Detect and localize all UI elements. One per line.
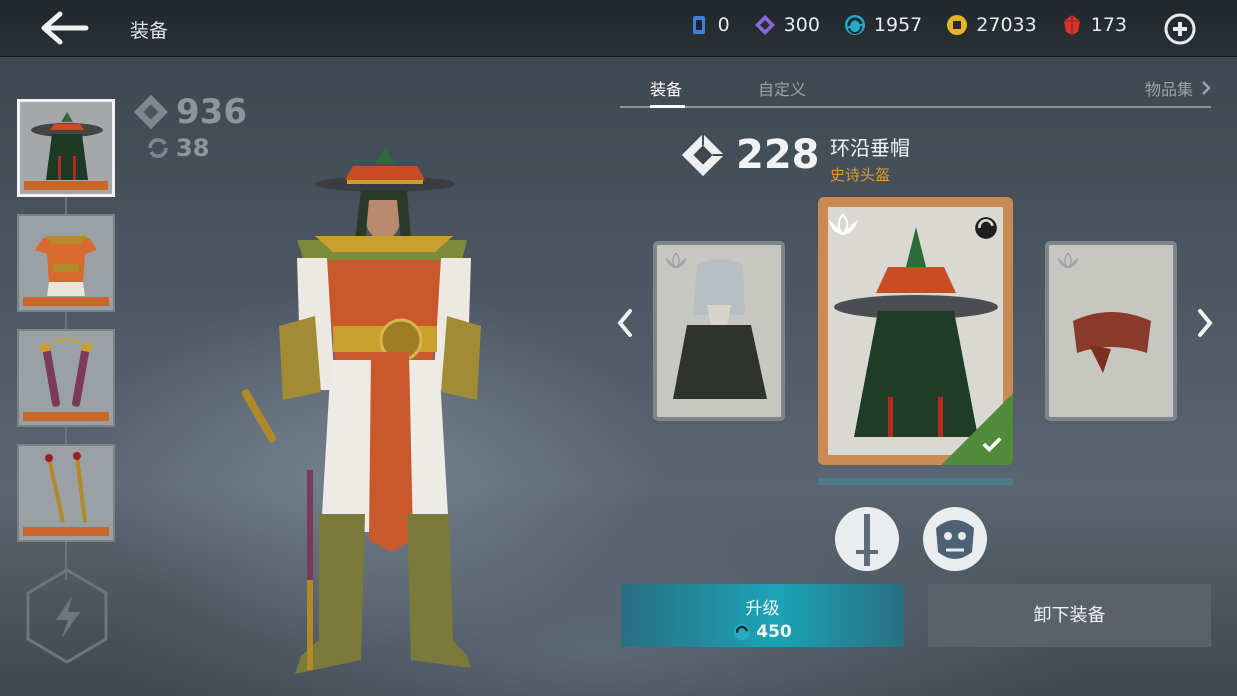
- slot-sai[interactable]: [17, 444, 115, 542]
- tab-collection-label: 物品集: [1144, 80, 1193, 99]
- active-tab-indicator: [650, 105, 685, 108]
- power-diamond-icon: [681, 133, 725, 177]
- nunchaku-thumbnail-icon: [39, 338, 93, 407]
- item-power: 228: [680, 132, 820, 178]
- tab-customize[interactable]: 自定义: [758, 76, 806, 100]
- equipped-badge: [941, 393, 1013, 465]
- purple-diamond-icon: [754, 15, 775, 35]
- currency-coins[interactable]: 27033: [946, 14, 1037, 36]
- currency-bar: 0 300 1957 27033 173: [688, 14, 1127, 36]
- upgrade-cost-value: 450: [756, 622, 792, 642]
- plus-circle-icon: [1164, 13, 1196, 45]
- tab-collection[interactable]: 物品集: [1145, 76, 1211, 100]
- slot-helmet[interactable]: [17, 99, 115, 197]
- character-level: 38: [146, 134, 247, 162]
- character-model: [241, 148, 481, 674]
- swirl-set-icon: [975, 217, 997, 239]
- locked-power-slot-icon[interactable]: [22, 566, 112, 666]
- currency-value: 27033: [976, 14, 1037, 36]
- power-diamond-icon: [133, 94, 169, 130]
- item-power-value: 228: [736, 132, 820, 178]
- ruby-icon: [1063, 15, 1080, 35]
- item-name: 环沿垂帽: [830, 136, 910, 160]
- currency-value: 1957: [873, 14, 923, 36]
- lotus-icon: [828, 213, 858, 236]
- checkmark-icon: [982, 437, 1002, 453]
- currency-rubies[interactable]: 173: [1061, 14, 1127, 36]
- slot-nunchaku[interactable]: [17, 329, 115, 427]
- swirl-level-icon: [148, 138, 168, 158]
- swirl-icon: [734, 623, 751, 641]
- sai-thumbnail-icon: [45, 452, 87, 523]
- back-button[interactable]: [40, 10, 90, 46]
- chevron-right-icon[interactable]: [1192, 305, 1218, 341]
- sword-skill-icon[interactable]: [834, 506, 900, 572]
- currency-value: 173: [1090, 14, 1127, 36]
- currency-swirl[interactable]: 1957: [844, 14, 922, 36]
- unequip-button[interactable]: 卸下装备: [928, 584, 1211, 647]
- coin-icon: [947, 15, 968, 35]
- armor-thumbnail-icon: [35, 236, 97, 296]
- page-title: 装备: [130, 20, 169, 42]
- currency-value: 300: [783, 14, 820, 36]
- add-currency-button[interactable]: [1163, 12, 1197, 46]
- item-card-selected[interactable]: [818, 197, 1013, 465]
- currency-value: 0: [717, 14, 730, 36]
- character-stats: 936 38: [132, 92, 247, 162]
- hat-thumbnail-icon: [31, 112, 103, 180]
- rarity-bar: [23, 527, 109, 536]
- slot-armor[interactable]: [17, 214, 115, 312]
- item-card-previous[interactable]: [653, 241, 785, 421]
- hood-helmet-icon: [673, 259, 767, 399]
- arrow-left-icon: [41, 11, 89, 45]
- rarity-bar: [24, 181, 108, 190]
- card-icon: [692, 16, 705, 34]
- headband-icon: [1073, 312, 1151, 373]
- upgrade-cost: 450: [733, 622, 792, 642]
- item-card-next[interactable]: [1045, 241, 1177, 421]
- beast-skill-icon[interactable]: [922, 506, 988, 572]
- chevron-right-icon: [1202, 81, 1211, 95]
- rarity-bar: [23, 297, 109, 306]
- selected-card-underline: [818, 478, 1013, 485]
- top-bar: 装备 0 300 1957 27033 173: [0, 0, 1237, 57]
- upgrade-label: 升级: [745, 599, 780, 619]
- character-level-value: 38: [176, 134, 210, 162]
- currency-gems[interactable]: 300: [754, 14, 820, 36]
- upgrade-button[interactable]: 升级 450: [621, 584, 904, 647]
- tab-equip[interactable]: 装备: [650, 76, 682, 100]
- swirl-icon: [844, 15, 865, 35]
- chevron-left-icon[interactable]: [612, 305, 638, 341]
- equipment-tabs: 装备 自定义 物品集: [620, 70, 1211, 108]
- rarity-bar: [23, 412, 109, 421]
- item-type: 史诗头盔: [830, 166, 891, 184]
- total-power-value: 936: [176, 92, 247, 132]
- currency-cards[interactable]: 0: [688, 14, 730, 36]
- total-power: 936: [132, 92, 247, 132]
